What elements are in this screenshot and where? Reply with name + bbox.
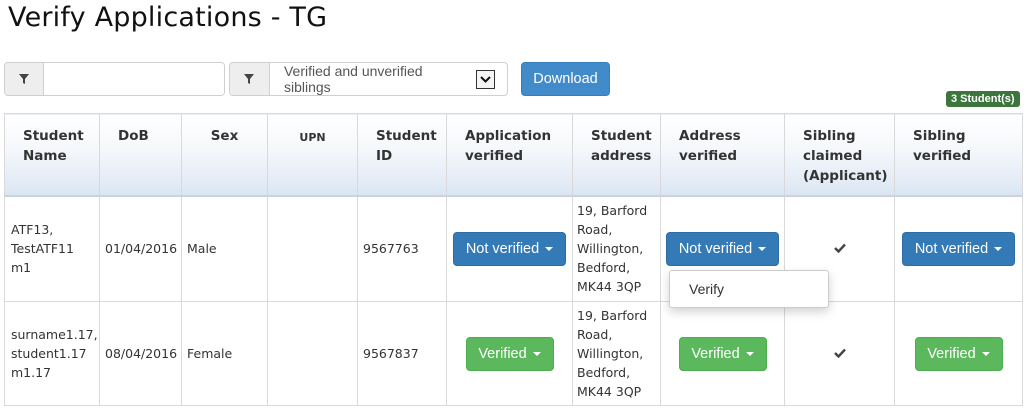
student-name-cell: ATF13, TestATF11 m1 [4, 195, 100, 302]
student-id-cell: 9567763 [357, 195, 447, 302]
table-row: ATF13, TestATF11 m1 01/04/2016 Male 9567… [4, 195, 1023, 302]
sex-cell: Female [181, 301, 268, 406]
col-header-sex[interactable]: Sex [181, 113, 268, 197]
col-header-student-name[interactable]: Student Name [4, 113, 100, 197]
text-filter-input[interactable] [44, 63, 224, 95]
sibling-verified-dropdown[interactable]: Verified [914, 336, 1003, 371]
address-verified-dropdown[interactable]: Not verified [666, 231, 779, 266]
upn-cell [267, 195, 358, 302]
application-verified-dropdown[interactable]: Verified [465, 336, 554, 371]
filter-icon [5, 63, 44, 95]
col-header-sibling-verified[interactable]: Sibling verified [894, 113, 1023, 197]
student-count-badge: 3 Student(s) [946, 91, 1020, 107]
student-address-cell: 19, Barford Road, Willington, Bedford, M… [572, 195, 661, 302]
application-verified-cell: Not verified [446, 195, 573, 302]
page-title: Verify Applications - TG [8, 2, 328, 33]
col-header-address-verified[interactable]: Address verified [660, 113, 785, 197]
caret-down-icon [981, 351, 990, 356]
dropdown-item-verify[interactable]: Verify [689, 281, 724, 297]
address-verified-dropdown-menu: Verify [669, 270, 829, 308]
filter-icon [230, 63, 270, 95]
checkmark-icon [833, 243, 846, 254]
sibling-filter-select[interactable]: Verified and unverified siblings [270, 63, 507, 95]
applications-table: Student Name DoB Sex UPN Student ID Appl… [4, 113, 1023, 406]
caret-down-icon [758, 246, 767, 251]
dob-cell: 08/04/2016 [99, 301, 182, 406]
sibling-filter-value: Verified and unverified siblings [283, 63, 423, 95]
col-header-application-verified[interactable]: Application verified [446, 113, 573, 197]
sibling-verified-cell: Not verified [894, 195, 1023, 302]
table-header-row: Student Name DoB Sex UPN Student ID Appl… [4, 113, 1023, 197]
col-header-dob[interactable]: DoB [99, 113, 182, 197]
checkmark-icon [833, 348, 846, 358]
address-verified-dropdown[interactable]: Verified [678, 336, 767, 371]
caret-down-icon [532, 351, 541, 356]
sibling-verified-dropdown[interactable]: Not verified [902, 231, 1015, 266]
download-button[interactable]: Download [521, 62, 610, 96]
table-row: surname1.17, student1.17 m1.17 08/04/201… [4, 301, 1023, 406]
col-header-upn[interactable]: UPN [267, 113, 358, 197]
text-filter-group [4, 62, 225, 96]
application-verified-dropdown[interactable]: Not verified [453, 231, 566, 266]
col-header-student-address[interactable]: Student address [572, 113, 661, 197]
student-id-cell: 9567837 [357, 301, 447, 406]
address-verified-cell: Verified [660, 301, 785, 406]
student-name-cell: surname1.17, student1.17 m1.17 [4, 301, 100, 406]
sibling-verified-cell: Verified [894, 301, 1023, 406]
col-header-student-id[interactable]: Student ID [357, 113, 447, 197]
dob-cell: 01/04/2016 [99, 195, 182, 302]
caret-down-icon [994, 246, 1003, 251]
col-header-sibling-claimed[interactable]: Sibling claimed (Applicant) [784, 113, 895, 197]
chevron-down-icon[interactable] [476, 69, 495, 89]
application-verified-cell: Verified [446, 301, 573, 406]
upn-cell [267, 301, 358, 406]
caret-down-icon [545, 246, 554, 251]
sex-cell: Male [181, 195, 268, 302]
caret-down-icon [745, 351, 754, 356]
student-address-cell: 19, Barford Road, Willington, Bedford, M… [572, 301, 661, 406]
sibling-filter-group: Verified and unverified siblings [229, 62, 508, 96]
sibling-claimed-cell [784, 301, 895, 406]
